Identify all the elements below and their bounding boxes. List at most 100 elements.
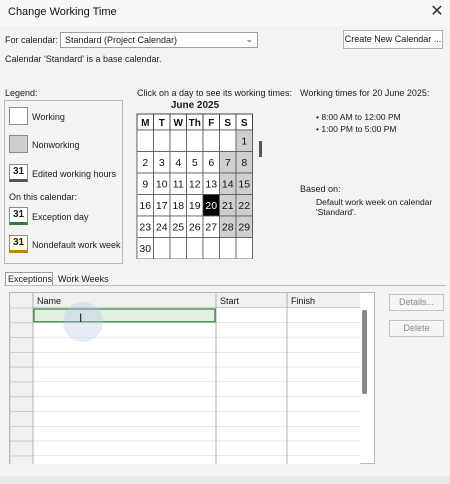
calendar-scrollbar[interactable] bbox=[259, 141, 262, 157]
legend-working: Working bbox=[32, 112, 65, 122]
calendar-day[interactable]: 14 bbox=[222, 179, 234, 191]
exception-day-swatch: 31 bbox=[9, 207, 28, 225]
month-calendar[interactable]: M T W Th F S S12 3 4 5 6 7 89 10 11 12 13 14 1516 17 18 19 20 2… bbox=[136, 113, 254, 259]
calendar-day[interactable]: 25 bbox=[172, 222, 184, 234]
nondefault-week-swatch: 31 bbox=[9, 235, 28, 253]
cursor-highlight bbox=[63, 302, 103, 342]
row-selector[interactable] bbox=[10, 352, 34, 368]
calendar-day[interactable]: 23 bbox=[139, 222, 151, 234]
calendar-day[interactable]: 28 bbox=[222, 222, 234, 234]
column-header[interactable]: Start bbox=[220, 296, 240, 306]
calendar-day[interactable]: 12 bbox=[189, 179, 201, 191]
calendar-day[interactable]: 21 bbox=[222, 200, 234, 212]
calendar-day[interactable]: 1 bbox=[241, 136, 247, 148]
text-cursor-icon: I bbox=[79, 311, 83, 325]
day-header: S bbox=[241, 118, 248, 129]
delete-button[interactable]: Delete bbox=[389, 320, 444, 337]
for-calendar-label: For calendar: bbox=[5, 35, 59, 45]
create-new-calendar-button[interactable]: Create New Calendar ... bbox=[343, 30, 443, 49]
calendar-day[interactable]: 27 bbox=[205, 222, 217, 234]
row-selector[interactable] bbox=[10, 337, 34, 353]
calendar-day[interactable]: 22 bbox=[238, 200, 250, 212]
calendar-day[interactable]: 3 bbox=[159, 157, 165, 169]
table-row[interactable] bbox=[33, 411, 360, 427]
calendar-day[interactable]: 20 bbox=[205, 200, 217, 212]
bottom-edge bbox=[0, 476, 450, 484]
calendar-day[interactable]: 16 bbox=[139, 200, 151, 212]
row-selector[interactable] bbox=[10, 440, 34, 457]
working-time-2: • 1:00 PM to 5:00 PM bbox=[316, 124, 397, 134]
based-on-label: Based on: bbox=[300, 184, 341, 194]
active-name-cell[interactable] bbox=[33, 308, 216, 323]
day-header: T bbox=[159, 118, 165, 129]
chevron-down-icon: ⌄ bbox=[245, 34, 253, 44]
column-header[interactable]: Name bbox=[37, 296, 61, 306]
day-header: M bbox=[141, 118, 149, 129]
month-title: June 2025 bbox=[170, 100, 220, 111]
legend-nonworking: Nonworking bbox=[32, 140, 80, 150]
working-times-title: Working times for 20 June 2025: bbox=[300, 88, 430, 98]
table-row[interactable] bbox=[33, 396, 360, 412]
base-calendar-note: Calendar 'Standard' is a base calendar. bbox=[5, 54, 162, 64]
legend-box: Working Nonworking 31 Edited working hou… bbox=[4, 100, 123, 264]
calendar-day[interactable]: 24 bbox=[156, 222, 168, 234]
day-header: Th bbox=[189, 118, 201, 129]
calendar-day-cell bbox=[202, 129, 220, 152]
calendar-day-cell bbox=[235, 237, 253, 259]
calendar-day[interactable]: 6 bbox=[208, 157, 214, 169]
row-selector[interactable] bbox=[10, 381, 34, 398]
close-icon[interactable]: ✕ bbox=[426, 2, 448, 22]
calendar-day[interactable]: 2 bbox=[142, 157, 148, 169]
row-selector[interactable] bbox=[10, 455, 34, 464]
row-selector[interactable] bbox=[10, 366, 34, 383]
tab-exceptions[interactable]: Exceptions bbox=[5, 272, 53, 286]
row-selector[interactable] bbox=[10, 425, 34, 442]
calendar-day[interactable]: 11 bbox=[173, 179, 184, 191]
row-selector[interactable] bbox=[10, 396, 34, 413]
day-header: W bbox=[174, 118, 184, 129]
calendar-day-cell bbox=[153, 129, 171, 152]
table-row[interactable] bbox=[33, 352, 360, 368]
window-title: Change Working Time bbox=[8, 6, 117, 18]
calendar-day[interactable]: 29 bbox=[238, 222, 250, 234]
calendar-day[interactable]: 7 bbox=[225, 157, 231, 169]
calendar-day[interactable]: 8 bbox=[241, 157, 247, 169]
calendar-day[interactable]: 26 bbox=[189, 222, 201, 234]
column-header[interactable]: Finish bbox=[291, 296, 315, 306]
legend-label: Legend: bbox=[5, 88, 38, 98]
calendar-day[interactable]: 9 bbox=[142, 179, 148, 191]
calendar-day[interactable]: 30 bbox=[139, 243, 151, 255]
calendar-day-cell bbox=[169, 237, 187, 259]
calendar-day[interactable]: 19 bbox=[189, 200, 201, 212]
row-selector[interactable] bbox=[10, 307, 34, 324]
calendar-day-cell bbox=[202, 237, 220, 259]
calendar-day[interactable]: 15 bbox=[238, 179, 250, 191]
table-row[interactable] bbox=[33, 367, 360, 382]
calendar-day[interactable]: 4 bbox=[175, 157, 181, 169]
calendar-prompt: Click on a day to see its working times: bbox=[137, 88, 293, 98]
calendar-day-cell bbox=[169, 129, 187, 152]
grid-scrollbar[interactable] bbox=[362, 310, 367, 394]
calendar-day-cell bbox=[219, 237, 237, 259]
table-row[interactable] bbox=[33, 426, 360, 442]
table-row[interactable] bbox=[33, 456, 360, 464]
working-time-1: • 8:00 AM to 12:00 PM bbox=[316, 112, 401, 122]
tab-divider bbox=[4, 285, 446, 286]
table-row[interactable] bbox=[33, 441, 360, 456]
row-selector[interactable] bbox=[10, 411, 34, 427]
edited-hours-swatch: 31 bbox=[9, 164, 28, 182]
calendar-day[interactable]: 17 bbox=[156, 200, 168, 212]
calendar-day-cell bbox=[219, 129, 237, 152]
working-swatch bbox=[9, 107, 28, 125]
calendar-day[interactable]: 13 bbox=[205, 179, 217, 191]
calendar-day[interactable]: 18 bbox=[172, 200, 184, 212]
calendar-select[interactable]: Standard (Project Calendar) ⌄ bbox=[60, 32, 258, 48]
calendar-day[interactable]: 5 bbox=[192, 157, 198, 169]
based-on-text: Default work week on calendar 'Standard'… bbox=[316, 197, 433, 217]
details-button[interactable]: Details... bbox=[389, 294, 444, 311]
table-row[interactable] bbox=[33, 382, 360, 397]
calendar-day[interactable]: 10 bbox=[156, 179, 168, 191]
calendar-day-cell bbox=[186, 237, 204, 259]
row-selector[interactable] bbox=[10, 322, 34, 338]
calendar-select-value: Standard (Project Calendar) bbox=[65, 35, 178, 45]
